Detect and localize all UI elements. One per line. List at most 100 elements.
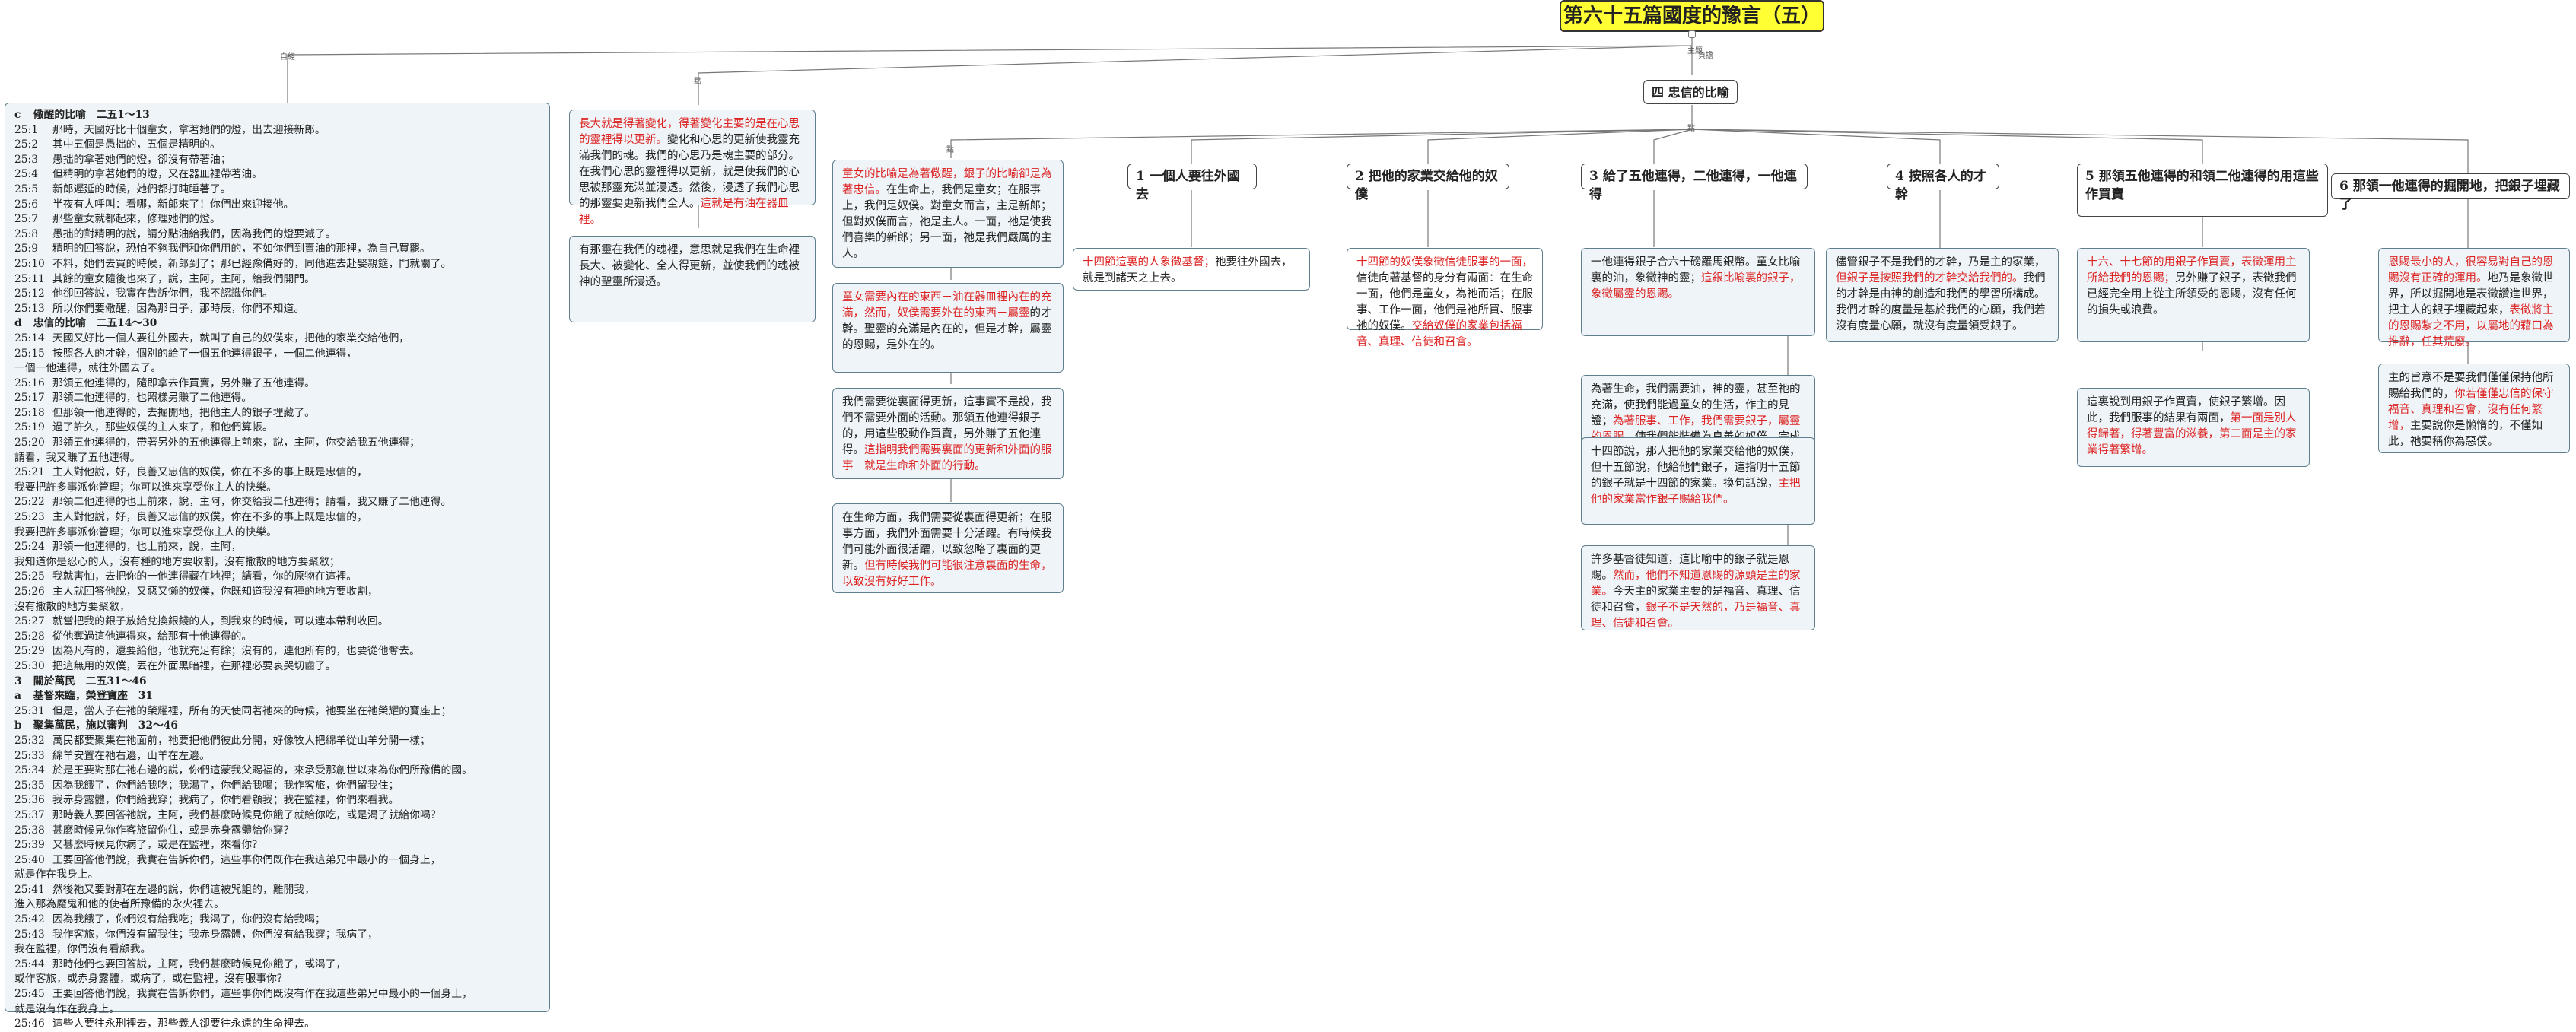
scripture-verse: 25:43 我作客旅，你們沒有留我住；我赤身露體，你們沒有給我穿；我病了， [14, 928, 540, 943]
scripture-heading: d 忠信的比喻 二五14～30 [14, 316, 540, 332]
transformation-note[interactable]: 長大就是得著變化，得著變化主要的是在心思的靈裡得以更新。變化和心思的更新使我靈充… [569, 110, 816, 226]
verse-text: 那時義人要回答祂說，主阿，我們甚麼時候見你餓了就給你吃，或是渴了就給你喝？ [52, 808, 441, 821]
verse-ref: 25:29 [14, 645, 45, 658]
verse-text: 關於萬民 二五31～46 [30, 675, 147, 687]
verse-text: 然後祂又要對那在左邊的說，你們這被咒詛的，離開我， [52, 883, 315, 896]
scripture-verse: 25:15 按照各人的才幹，個別的給了一個五他連得銀子，一個二他連得， [14, 347, 540, 362]
virgins-vs-servants-note[interactable]: 童女的比喻是為著儆醒，銀子的比喻卻是為著忠信。在生命上，我們是童女；在服事上，我… [832, 160, 1064, 268]
verse-text: 我知道你是忍心的人，沒有種的地方要收割，沒有撒散的地方要聚斂； [14, 555, 340, 568]
item-1-note[interactable]: 十四節這裏的人象徵基督；祂要往外國去，就是到諸天之上去。 [1073, 248, 1310, 291]
verse-ref: 25:42 [14, 913, 45, 926]
verse-ref: 25:34 [14, 764, 45, 777]
verse-ref: 25:32 [14, 734, 45, 747]
item-3-heading[interactable]: 3 給了五他連得，二他連得，一他連得 [1581, 164, 1808, 202]
scripture-verse: 我要把許多事派你管理；你可以進來享受你主人的快樂。 [14, 526, 540, 541]
spirit-in-soul-note[interactable]: 有那靈在我們的魂裡，意思就是我們在生命裡長大、被變化、全人得更新，並使我們的魂被… [569, 236, 816, 322]
verse-text: 那些童女就都起來，修理她們的燈。 [52, 213, 221, 226]
item-5-note-1[interactable]: 十六、十七節的用銀子作買賣，表徵運用主所給我們的恩賜；另外賺了銀子，表徵我們已經… [2077, 248, 2310, 342]
verse-ref: 25:7 [14, 213, 38, 226]
verse-ref: 25:11 [14, 272, 45, 285]
verse-text: 過了許久，那些奴僕的主人來了，和他們算帳。 [52, 421, 273, 434]
verse-text: 進入那為魔鬼和他的使者所豫備的永火裡去。 [14, 898, 224, 911]
verse-ref: 25:19 [14, 421, 45, 434]
verse-text: 於是王要對那在祂右邊的說，你們這蒙我父賜福的，來承受那創世以來為你們所豫備的國。 [52, 764, 472, 777]
item-6-note-2[interactable]: 主的旨意不是要我們僅僅保持他所賜給我們的，你若僅僅忠信的保守福音、真理和召會，沒… [2378, 364, 2570, 453]
item-6-note-1[interactable]: 恩賜最小的人，很容易對自己的恩賜沒有正確的運用。地乃是象徵世界，所以掘開地是表徵… [2378, 248, 2570, 348]
verse-text: 愚拙的對精明的說，請分點油給我們，因為我們的燈要滅了。 [52, 227, 336, 240]
verse-ref: 25:4 [14, 168, 38, 181]
verse-ref: 25:36 [14, 794, 45, 807]
scripture-verse: 25:9 精明的回答說，恐怕不夠我們和你們用的，不如你們到賣油的那裡，為自己買罷。 [14, 242, 540, 257]
item-5-note-2[interactable]: 這裏說到用銀子作買賣，使銀子繁增。因此，我們服事的結果有兩面，第一面是別人得歸著… [2077, 388, 2310, 467]
faithfulness-parable-heading[interactable]: 四 忠信的比喻 [1643, 80, 1738, 104]
scripture-verse: 25:42 因為我餓了，你們沒有給我吃；我渴了，你們沒有給我喝； [14, 913, 540, 928]
scripture-verse: 25:14 天國又好比一個人要往外國去，就叫了自己的奴僕來，把他的家業交給他們， [14, 332, 540, 347]
item-5-heading[interactable]: 5 那領五他連得的和領二他連得的用這些作買賣 [2077, 164, 2328, 217]
scripture-verse: 25:45 王要回答他們說，我實在告訴你們，這些事你們既沒有作在我這些弟兄中最小的… [14, 987, 540, 1002]
scripture-verse: 或作客旅，或赤身露體，或病了，或在監裡，沒有服事你？ [14, 972, 540, 987]
scripture-verse: 25:40 王要回答他們說，我實在告訴你們，這些事你們既作在我這弟兄中最小的一個身… [14, 853, 540, 868]
verse-text: 那領一他連得的，也上前來，說，主阿， [52, 541, 242, 554]
item-4-heading[interactable]: 4 按照各人的才幹 [1887, 164, 1999, 202]
verse-ref: 25:25 [14, 570, 45, 583]
scripture-verse: 25:29 因為凡有的，還要給他，他就充足有餘；沒有的，連他所有的，也要從他奪去。 [14, 644, 540, 659]
verse-ref: 25:9 [14, 243, 38, 256]
root-topic[interactable]: 第六十五篇國度的豫言（五） [1560, 0, 1824, 32]
verse-ref: 25:1 [14, 123, 38, 136]
verse-ref: 25:44 [14, 957, 45, 970]
scripture-verse: 25:32 萬民都要聚集在祂面前，祂要把他們彼此分開，好像牧人把綿羊從山羊分開一樣… [14, 734, 540, 749]
verse-text: 主人就回答他說，又惡又懶的奴僕，你既知道我沒有種的地方要收割， [52, 586, 378, 598]
verse-text: 萬民都要聚集在祂面前，祂要把他們彼此分開，好像牧人把綿羊從山羊分開一樣； [52, 734, 431, 747]
item-1-heading[interactable]: 1 一個人要往外國去 [1127, 164, 1257, 202]
scripture-verse: 25:46 這些人要往永刑裡去，那些義人卻要往永遠的生命裡去。 [14, 1017, 540, 1032]
verse-ref: 25:22 [14, 496, 45, 509]
verse-ref: 25:37 [14, 808, 45, 821]
item-4-note[interactable]: 儘管銀子不是我們的才幹，乃是主的家業，但銀子是按照我們的才幹交給我們的。我們的才… [1826, 248, 2059, 342]
scripture-verse: 25:12 他卻回答說，我實在告訴你們，我不認識你們。 [14, 287, 540, 302]
scripture-heading: c 儆醒的比喻 二五1～13 [14, 108, 540, 123]
verse-text: 王要回答他們說，我實在告訴你們，這些事你們既沒有作在我這些弟兄中最小的一個身上， [52, 988, 472, 1001]
verse-text: 那領二他連得的也上前來，說，主阿，你交給我二他連得；請看，我又賺了二他連得。 [52, 496, 452, 509]
scripture-verse: 25:16 那領五他連得的，隨即拿去作買賣，另外賺了五他連得。 [14, 376, 540, 392]
life-and-service-note[interactable]: 在生命方面，我們需要從裏面得更新；在服事方面，我們外面需要十分活躍。有時候我們可… [832, 503, 1064, 593]
verse-text: 新郎遲延的時候，她們都打盹睡著了。 [52, 183, 231, 195]
verse-text: 就是作在我身上。 [14, 868, 99, 881]
item-2-note[interactable]: 十四節的奴僕象徵信徒服事的一面，信徒向著基督的身分有兩面：在生命一面，他們是童女… [1347, 248, 1543, 348]
verse-text: 那時，天國好比十個童女，拿著她們的燈，出去迎接新郎。 [52, 123, 326, 136]
inner-renewal-note[interactable]: 我們需要從裏面得更新，這事實不是說，我們不需要外面的活動。那領五他連得銀子的，用… [832, 388, 1064, 479]
verse-ref: 25:6 [14, 198, 38, 211]
scripture-verse: 25:21 主人對他說，好，良善又忠信的奴僕，你在不多的事上既是忠信的， [14, 465, 540, 481]
verse-text: 但是，當人子在祂的榮耀裡，所有的天使同著祂來的時候，祂要坐在祂榮耀的寶座上； [52, 704, 452, 717]
scripture-verse: 25:25 我就害怕，去把你的一他連得藏在地裡；請看，你的原物在這裡。 [14, 570, 540, 585]
item-3-note-3[interactable]: 十四節說，那人把他的家業交給他的奴僕，但十五節說，他給他們銀子，這指明十五節的銀… [1581, 437, 1815, 525]
oil-vs-talent-note[interactable]: 童女需要內在的東西－油在器皿裡內在的充滿，然而，奴僕需要外在的東西－屬靈的才幹。… [832, 283, 1064, 373]
scripture-verse: 25:19 過了許久，那些奴僕的主人來了，和他們算帳。 [14, 421, 540, 436]
scripture-verse: 我要把許多事派你管理；你可以進來享受你主人的快樂。 [14, 481, 540, 496]
collapse-toggle[interactable] [1688, 30, 1696, 38]
item-6-heading[interactable]: 6 那領一他連得的掘開地，把銀子埋藏了 [2331, 173, 2570, 212]
item-2-heading[interactable]: 2 把他的家業交給他的奴僕 [1347, 164, 1509, 202]
scripture-verse: 請看，我又賺了五他連得。 [14, 451, 540, 466]
verse-ref: 25:8 [14, 227, 38, 240]
verse-text: 但精明的拿著她們的燈，又在器皿裡帶著油。 [52, 168, 262, 181]
verse-ref: d [14, 317, 22, 330]
verse-text: 因為我餓了，你們給我吃；我渴了，你們給我喝；我作客旅，你們留我住； [52, 779, 399, 792]
verse-text: 我在監裡，你們沒有看顧我。 [14, 943, 151, 956]
item-3-note-4[interactable]: 許多基督徒知道，這比喻中的銀子就是恩賜。然而，他們不知道恩賜的源頭是主的家業。今… [1581, 545, 1815, 630]
scripture-verse: 25:13 所以你們要儆醒，因為那日子，那時辰，你們不知道。 [14, 302, 540, 317]
verse-text: 又甚麼時候見你病了，或是在監裡，來看你？ [52, 839, 262, 852]
verse-ref: 25:38 [14, 824, 45, 837]
scripture-verse: 25:17 那領二他連得的，也照樣另賺了二他連得。 [14, 391, 540, 406]
item-3-note-1[interactable]: 一他連得銀子合六十磅羅馬銀幣。童女比喻裏的油，象徵神的靈；這銀比喻裏的銀子，象徵… [1581, 248, 1815, 336]
scripture-verse: 25:5 新郎遲延的時候，她們都打盹睡著了。 [14, 183, 540, 198]
scripture-verse: 25:34 於是王要對那在祂右邊的說，你們這蒙我父賜福的，來承受那創世以來為你們所… [14, 764, 540, 779]
verse-text: 主人對他說，好，良善又忠信的奴僕，你在不多的事上既是忠信的， [52, 466, 367, 479]
verse-text: 或作客旅，或赤身露體，或病了，或在監裡，沒有服事你？ [14, 973, 288, 986]
verse-text: 因為凡有的，還要給他，他就充足有餘；沒有的，連他所有的，也要從他奪去。 [52, 645, 420, 658]
note-text: 儘管銀子不是我們的才幹，乃是主的家業， [1836, 256, 2046, 268]
verse-ref: 25:24 [14, 541, 45, 554]
scripture-verse: 25:39 又甚麼時候見你病了，或是在監裡，來看你？ [14, 838, 540, 853]
scripture-text-box[interactable]: c 儆醒的比喻 二五1～13 25:1 那時，天國好比十個童女，拿著她們的燈，出去迎… [5, 103, 550, 1030]
scripture-verse: 25:7 那些童女就都起來，修理她們的燈。 [14, 212, 540, 227]
note-highlight: 奴僕需要外在的東西－屬靈 [897, 307, 1030, 319]
